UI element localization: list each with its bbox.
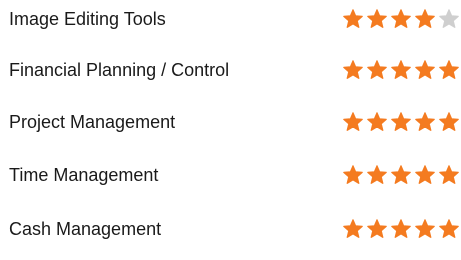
- rating-row-financial-planning-control: Financial Planning / Control: [0, 51, 461, 91]
- star-filled-icon: [391, 9, 411, 29]
- rating-label: Image Editing Tools: [9, 9, 166, 29]
- star-filled-icon: [343, 9, 363, 29]
- star-filled-icon: [367, 112, 387, 132]
- star-filled-icon: [391, 112, 411, 132]
- star-filled-icon: [343, 219, 363, 239]
- rating-list: Image Editing Tools Financial Planning /…: [0, 0, 461, 260]
- star-rating: [343, 9, 461, 29]
- star-filled-icon: [415, 60, 435, 80]
- star-filled-icon: [343, 60, 363, 80]
- rating-row-project-management: Project Management: [0, 103, 461, 143]
- rating-row-time-management: Time Management: [0, 156, 461, 196]
- star-filled-icon: [415, 9, 435, 29]
- star-rating: [343, 165, 461, 185]
- rating-label: Project Management: [9, 112, 176, 132]
- star-filled-icon: [391, 219, 411, 239]
- star-filled-icon: [439, 165, 459, 185]
- star-filled-icon: [391, 165, 411, 185]
- star-rating: [343, 112, 461, 132]
- star-filled-icon: [415, 165, 435, 185]
- rating-row-image-editing-tools: Image Editing Tools: [0, 0, 461, 40]
- star-rating: [343, 60, 461, 80]
- star-filled-icon: [439, 219, 459, 239]
- star-filled-icon: [367, 60, 387, 80]
- star-filled-icon: [391, 60, 411, 80]
- star-filled-icon: [439, 60, 459, 80]
- rating-label: Time Management: [9, 165, 159, 185]
- rating-row-cash-management: Cash Management: [0, 210, 461, 250]
- star-filled-icon: [367, 9, 387, 29]
- star-filled-icon: [343, 165, 363, 185]
- rating-label: Cash Management: [9, 219, 162, 239]
- star-empty-icon: [439, 9, 459, 29]
- star-filled-icon: [415, 112, 435, 132]
- star-filled-icon: [367, 219, 387, 239]
- rating-label: Financial Planning / Control: [9, 60, 230, 80]
- star-filled-icon: [367, 165, 387, 185]
- star-filled-icon: [439, 112, 459, 132]
- star-rating: [343, 219, 461, 239]
- star-filled-icon: [343, 112, 363, 132]
- star-filled-icon: [415, 219, 435, 239]
